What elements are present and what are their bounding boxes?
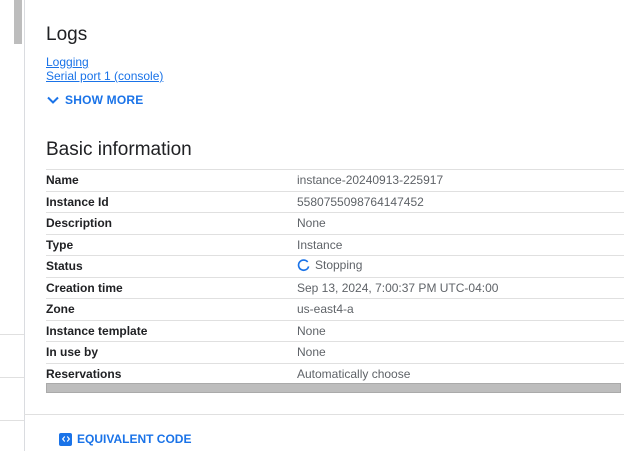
row-key: Description — [46, 212, 297, 234]
status-text: Stopping — [315, 258, 363, 272]
row-value: Stopping — [297, 255, 624, 277]
row-key: Status — [46, 255, 297, 277]
table-row: Creation time Sep 13, 2024, 7:00:37 PM U… — [46, 276, 624, 299]
divider — [0, 334, 24, 335]
table-row: Type Instance — [46, 233, 624, 256]
table-row: Reservations Automatically choose — [46, 362, 624, 384]
row-value: Sep 13, 2024, 7:00:37 PM UTC-04:00 — [297, 276, 624, 299]
row-key: Instance template — [46, 319, 297, 342]
show-more-button[interactable]: SHOW MORE — [46, 93, 143, 107]
row-value: Instance — [297, 233, 624, 256]
logging-link[interactable]: Logging — [46, 55, 89, 69]
show-more-label: SHOW MORE — [65, 93, 144, 107]
row-key: Name — [46, 169, 297, 191]
divider — [0, 377, 24, 378]
table-row: Instance Id 5580755098764147452 — [46, 190, 624, 213]
table-row: In use by None — [46, 341, 624, 363]
chevron-down-icon — [47, 96, 59, 104]
spinner-icon — [297, 258, 310, 271]
row-value: instance-20240913-225917 — [297, 169, 624, 191]
row-value: Automatically choose — [297, 362, 624, 384]
basic-information-table: Name instance-20240913-225917 Instance I… — [46, 169, 624, 384]
serial-port-link[interactable]: Serial port 1 (console) — [46, 69, 163, 83]
horizontal-scrollbar[interactable] — [46, 383, 621, 393]
row-value: None — [297, 341, 624, 363]
logs-section-title: Logs — [46, 24, 88, 45]
row-value: us-east4-a — [297, 298, 624, 320]
row-key: Zone — [46, 298, 297, 320]
vertical-scrollbar-thumb[interactable] — [14, 0, 22, 44]
row-key: Creation time — [46, 276, 297, 299]
table-row: Zone us-east4-a — [46, 298, 624, 320]
equivalent-code-button[interactable]: EQUIVALENT CODE — [59, 432, 191, 446]
code-icon — [59, 432, 72, 446]
table-row: Description None — [46, 212, 624, 234]
divider — [24, 414, 624, 415]
table-row: Instance template None — [46, 319, 624, 342]
basic-information-title: Basic information — [46, 139, 192, 160]
divider — [0, 420, 24, 421]
row-key: Instance Id — [46, 190, 297, 213]
status-indicator: Stopping — [297, 258, 362, 272]
table-row: Status Stopping — [46, 255, 624, 277]
row-key: In use by — [46, 341, 297, 363]
row-value: 5580755098764147452 — [297, 190, 624, 213]
row-key: Reservations — [46, 362, 297, 384]
row-value: None — [297, 212, 624, 234]
table-row: Name instance-20240913-225917 — [46, 169, 624, 191]
row-key: Type — [46, 233, 297, 256]
equivalent-code-label: EQUIVALENT CODE — [77, 432, 192, 446]
row-value: None — [297, 319, 624, 342]
left-panel-edge — [0, 0, 25, 451]
